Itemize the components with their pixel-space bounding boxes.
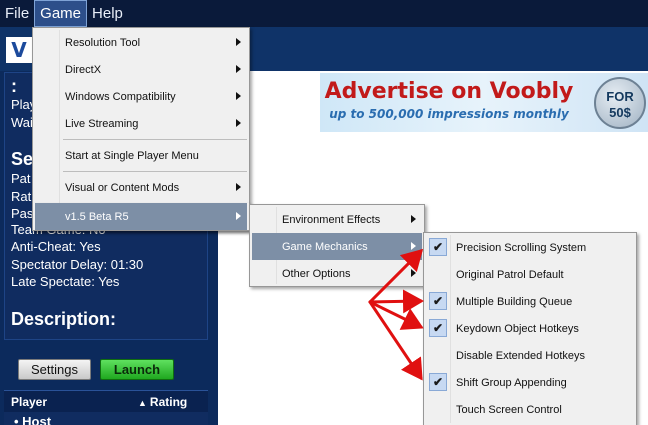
submenu-arrow-icon xyxy=(236,212,241,220)
menu-game[interactable]: Game xyxy=(34,0,88,27)
menu-item-original-patrol[interactable]: Original Patrol Default xyxy=(426,261,634,288)
info-password: Pas xyxy=(11,206,34,221)
info-waiting: Wai xyxy=(11,115,33,130)
menu-item-label: Disable Extended Hotkeys xyxy=(456,349,586,362)
menu-item-other-options[interactable]: Other Options xyxy=(252,260,422,287)
menu-item-label: Keydown Object Hotkeys xyxy=(456,322,579,335)
price-badge: FOR 50$ xyxy=(594,77,646,129)
submenu-arrow-icon xyxy=(236,65,241,73)
menu-item-v15-beta[interactable]: v1.5 Beta R5 xyxy=(35,203,247,230)
ad-subtitle: up to 500,000 impressions monthly xyxy=(329,107,569,121)
menu-item-label: Start at Single Player Menu xyxy=(65,149,199,162)
table-row-host[interactable]: • Host xyxy=(4,412,208,425)
info-anti-cheat: Anti-Cheat: Yes xyxy=(11,239,101,254)
mechanics-submenu: ✔ Precision Scrolling System Original Pa… xyxy=(423,232,637,425)
menu-item-precision-scrolling[interactable]: ✔ Precision Scrolling System xyxy=(426,234,634,261)
menu-item-label: Precision Scrolling System xyxy=(456,241,587,254)
menu-item-label: Windows Compatibility xyxy=(65,90,176,103)
menu-item-start-single-player[interactable]: Start at Single Player Menu xyxy=(35,142,247,169)
voobly-logo: V xyxy=(6,37,32,63)
menu-item-resolution-tool[interactable]: Resolution Tool xyxy=(35,29,247,56)
submenu-arrow-icon xyxy=(236,92,241,100)
menu-item-keydown-object-hotkeys[interactable]: ✔ Keydown Object Hotkeys xyxy=(426,315,634,342)
check-icon: ✔ xyxy=(429,373,447,391)
menu-item-label: Multiple Building Queue xyxy=(456,295,573,308)
submenu-arrow-icon xyxy=(411,215,416,223)
column-player[interactable]: Player xyxy=(11,395,47,409)
launch-button[interactable]: Launch xyxy=(100,359,174,380)
info-late-spectate: Late Spectate: Yes xyxy=(11,274,120,289)
menu-item-label: Other Options xyxy=(282,267,351,280)
menu-item-label: Shift Group Appending xyxy=(456,376,567,389)
check-icon: ✔ xyxy=(429,319,447,337)
submenu-arrow-icon xyxy=(236,119,241,127)
menu-item-label: v1.5 Beta R5 xyxy=(65,210,129,223)
info-patch: Pat xyxy=(11,171,31,186)
submenu-arrow-icon xyxy=(411,269,416,277)
menu-item-label: Visual or Content Mods xyxy=(65,181,180,194)
host-bullet: • xyxy=(14,414,23,425)
settings-button[interactable]: Settings xyxy=(18,359,91,380)
menu-item-visual-mods[interactable]: Visual or Content Mods xyxy=(35,174,247,201)
menu-item-disable-extended-hotkeys[interactable]: Disable Extended Hotkeys xyxy=(426,342,634,369)
menu-separator xyxy=(63,139,247,140)
settings-heading: Se xyxy=(11,149,34,169)
menubar: File Game Help xyxy=(0,0,648,27)
menu-item-directx[interactable]: DirectX xyxy=(35,56,247,83)
info-rated: Rat xyxy=(11,189,32,204)
menu-item-windows-compatibility[interactable]: Windows Compatibility xyxy=(35,83,247,110)
ad-title: Advertise on Voobly xyxy=(324,79,574,104)
column-rating[interactable]: ▲ Rating xyxy=(138,395,187,409)
menu-item-label: Resolution Tool xyxy=(65,36,141,49)
menu-item-game-mechanics[interactable]: Game Mechanics xyxy=(252,233,422,260)
info-colon: : xyxy=(11,76,17,96)
menu-help[interactable]: Help xyxy=(87,0,128,27)
description-heading: Description: xyxy=(11,309,117,329)
menu-item-label: DirectX xyxy=(65,63,102,76)
menu-item-label: Live Streaming xyxy=(65,117,139,130)
players-table-header: Player ▲ Rating xyxy=(4,390,208,412)
advertisement-banner[interactable]: Advertise on Voobly up to 500,000 impres… xyxy=(320,73,648,132)
game-menu: Resolution Tool DirectX Windows Compatib… xyxy=(32,27,250,231)
badge-line2: 50$ xyxy=(609,105,631,120)
menu-item-multiple-building-queue[interactable]: ✔ Multiple Building Queue xyxy=(426,288,634,315)
badge-line1: FOR xyxy=(606,89,634,104)
menu-item-label: Game Mechanics xyxy=(282,240,368,253)
menu-item-touch-screen-control[interactable]: Touch Screen Control xyxy=(426,396,634,423)
info-spectator-delay: Spectator Delay: 01:30 xyxy=(11,257,144,272)
menu-item-environment-effects[interactable]: Environment Effects xyxy=(252,206,422,233)
check-icon: ✔ xyxy=(429,292,447,310)
menu-file[interactable]: File xyxy=(0,0,34,27)
game-menu-bottom: v1.5 Beta R5 xyxy=(32,203,250,231)
sort-up-icon: ▲ xyxy=(138,398,147,408)
menu-item-shift-group-appending[interactable]: ✔ Shift Group Appending xyxy=(426,369,634,396)
menu-item-live-streaming[interactable]: Live Streaming xyxy=(35,110,247,137)
submenu-arrow-icon xyxy=(411,242,416,250)
submenu-arrow-icon xyxy=(236,38,241,46)
host-label: Host xyxy=(22,414,52,425)
check-icon: ✔ xyxy=(429,238,447,256)
menu-separator xyxy=(63,171,247,172)
menu-item-label: Environment Effects xyxy=(282,213,381,226)
version-submenu: Environment Effects Game Mechanics Other… xyxy=(249,204,425,287)
submenu-arrow-icon xyxy=(236,183,241,191)
menu-item-label: Touch Screen Control xyxy=(456,403,562,416)
column-rating-label: Rating xyxy=(149,395,188,409)
menu-item-label: Original Patrol Default xyxy=(456,268,564,281)
